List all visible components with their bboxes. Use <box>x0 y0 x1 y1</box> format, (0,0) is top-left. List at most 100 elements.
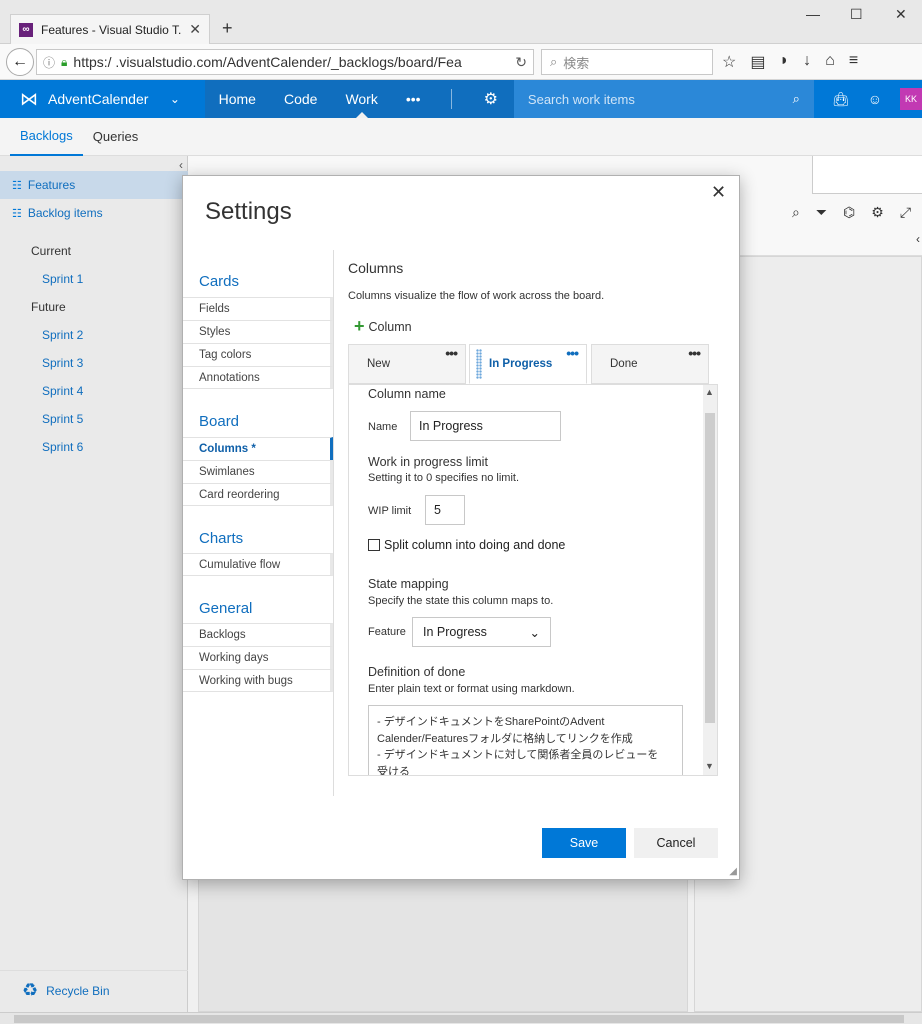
nav-work[interactable]: Work <box>331 80 391 118</box>
horizontal-scrollbar[interactable] <box>0 1012 922 1024</box>
avatar[interactable]: KK <box>900 88 922 110</box>
browser-search-input[interactable]: ⌕ 検索 <box>541 49 713 75</box>
chevron-down-icon[interactable]: ⌄ <box>170 92 205 106</box>
maximize-icon[interactable]: ☐ <box>850 6 863 23</box>
fullscreen-icon[interactable]: ⤢ <box>900 204 911 221</box>
nav-item-fields[interactable]: Fields <box>183 297 333 320</box>
nav-category-general: General <box>199 600 253 617</box>
name-label: Name <box>368 421 398 433</box>
close-icon[interactable]: ✕ <box>189 21 201 38</box>
nav-item-annotations[interactable]: Annotations <box>183 366 333 389</box>
dialog-divider <box>333 250 334 796</box>
left-nav-backlog-items[interactable]: ☷ Backlog items <box>0 199 188 227</box>
feedback-smiley-icon[interactable]: ☺ <box>868 91 882 107</box>
pane-title: Columns <box>348 260 404 276</box>
reload-icon[interactable]: ↻ <box>515 54 527 71</box>
browser-titlebar: ∞ Features - Visual Studio T... ✕ + — ☐ … <box>0 0 922 44</box>
visual-studio-logo-icon[interactable]: ⋈ <box>20 89 38 109</box>
hub-queries[interactable]: Queries <box>83 118 149 156</box>
nav-item-columns[interactable]: Columns * <box>183 437 333 460</box>
browser-search-placeholder: 検索 <box>563 55 590 71</box>
collapse-chevron-icon[interactable]: ‹ <box>179 158 183 172</box>
scrollbar-thumb[interactable] <box>705 413 715 723</box>
editor-scrollbar[interactable]: ▲ ▼ <box>703 385 717 775</box>
scroll-down-icon[interactable]: ▼ <box>705 761 714 771</box>
main-nav: Home Code Work ••• ⚙ Search work items ⌕ <box>204 80 814 118</box>
recycle-bin-label: Recycle Bin <box>46 983 110 998</box>
nav-item-cumulative-flow[interactable]: Cumulative flow <box>183 553 333 576</box>
settings-gear-icon[interactable]: ⚙ <box>871 204 884 221</box>
nav-item-swimlanes[interactable]: Swimlanes <box>183 460 333 483</box>
scroll-up-icon[interactable]: ▲ <box>705 387 714 397</box>
close-icon[interactable]: ✕ <box>711 182 726 203</box>
scrollbar-thumb[interactable] <box>14 1015 904 1023</box>
nav-code[interactable]: Code <box>270 80 331 118</box>
nav-item-card-reordering[interactable]: Card reordering <box>183 483 333 506</box>
pane-description: Columns visualize the flow of work acros… <box>348 290 605 302</box>
sprint-link[interactable]: Sprint 4 <box>42 384 83 398</box>
recycle-bin[interactable]: ♻ Recycle Bin <box>0 970 188 1010</box>
info-icon[interactable]: ⓘ <box>43 54 55 71</box>
add-column-button[interactable]: + Column <box>354 316 412 337</box>
split-column-label: Split column into doing and done <box>384 538 566 552</box>
vs-logo-icon: ∞ <box>19 22 33 37</box>
bookmark-star-icon[interactable]: ☆ <box>722 52 736 72</box>
left-nav-backlog-items-label: Backlog items <box>27 206 103 220</box>
drag-grip-icon[interactable] <box>476 349 482 379</box>
nav-category-board: Board <box>199 413 240 430</box>
back-arrow-icon[interactable]: ← <box>6 48 34 76</box>
window-close-icon[interactable]: ✕ <box>895 6 907 23</box>
tab-in-progress[interactable]: In Progress ••• <box>469 344 587 384</box>
hub-backlogs[interactable]: Backlogs <box>10 118 83 156</box>
reader-view-icon[interactable]: ▤ <box>750 52 765 72</box>
search-icon[interactable]: ⌕ <box>792 204 800 221</box>
url-bar[interactable]: ⓘ 🔒︎ https:/ .visualstudio.com/AdventCal… <box>36 49 534 75</box>
live-updates-icon[interactable]: ⌬ <box>843 204 855 221</box>
left-nav-features[interactable]: ☷ Features <box>0 171 188 199</box>
more-ellipsis-icon[interactable]: ••• <box>566 345 579 361</box>
settings-dialog: Settings ✕ Cards Fields Styles Tag color… <box>182 175 740 880</box>
tab-new[interactable]: New ••• <box>348 344 466 384</box>
split-column-checkbox[interactable]: Split column into doing and done <box>368 538 565 552</box>
more-ellipsis-icon[interactable]: ••• <box>445 345 458 361</box>
definition-of-done-textarea[interactable]: - デザインドキュメントをSharePointのAdvent Calender/… <box>368 705 683 775</box>
dod-description: Enter plain text or format using markdow… <box>368 683 575 695</box>
save-button[interactable]: Save <box>542 828 626 858</box>
nav-item-working-days[interactable]: Working days <box>183 646 333 669</box>
pocket-icon[interactable]: ◗ <box>779 52 789 72</box>
more-ellipsis-icon[interactable]: ••• <box>688 345 701 361</box>
hamburger-menu-icon[interactable]: ≡ <box>849 52 858 72</box>
sprint-link[interactable]: Sprint 3 <box>42 356 83 370</box>
cancel-button[interactable]: Cancel <box>634 828 718 858</box>
nav-home[interactable]: Home <box>205 80 270 118</box>
nav-item-styles[interactable]: Styles <box>183 320 333 343</box>
sprint-link[interactable]: Sprint 6 <box>42 440 83 454</box>
nav-item-working-with-bugs[interactable]: Working with bugs <box>183 669 333 692</box>
tab-done[interactable]: Done ••• <box>591 344 709 384</box>
sprint-link[interactable]: Sprint 2 <box>42 328 83 342</box>
sprint-link[interactable]: Sprint 1 <box>42 272 83 286</box>
search-work-items-input[interactable]: Search work items ⌕ <box>513 80 814 118</box>
search-icon[interactable]: ⌕ <box>793 91 800 107</box>
project-name[interactable]: AdventCalender <box>48 91 170 107</box>
nav-item-backlogs[interactable]: Backlogs <box>183 623 333 646</box>
settings-gear-icon[interactable]: ⚙ <box>468 89 514 109</box>
download-icon[interactable]: ↓ <box>803 52 811 72</box>
wip-limit-input[interactable]: 5 <box>425 495 465 525</box>
group-current: Current <box>31 244 72 258</box>
resize-grip-icon[interactable]: ◢ <box>729 866 737 877</box>
feature-state-select[interactable]: In Progress ⌄ <box>412 617 551 647</box>
home-icon[interactable]: ⌂ <box>825 52 835 72</box>
sprint-link[interactable]: Sprint 5 <box>42 412 83 426</box>
column-name-input[interactable]: In Progress <box>410 411 561 441</box>
nav-more-ellipsis[interactable]: ••• <box>392 80 435 118</box>
new-tab-icon[interactable]: + <box>222 18 233 39</box>
browser-tab[interactable]: ∞ Features - Visual Studio T... ✕ <box>10 14 210 44</box>
checkbox-icon[interactable] <box>368 539 380 551</box>
filter-icon[interactable]: ⏷ <box>816 204 827 221</box>
chevron-left-icon[interactable]: ‹ <box>916 232 920 246</box>
nav-item-tag-colors[interactable]: Tag colors <box>183 343 333 366</box>
minimize-icon[interactable]: — <box>806 6 820 22</box>
marketplace-bag-icon[interactable]: 👜︎ <box>832 91 850 108</box>
backlog-items-icon: ☷ <box>12 207 22 220</box>
